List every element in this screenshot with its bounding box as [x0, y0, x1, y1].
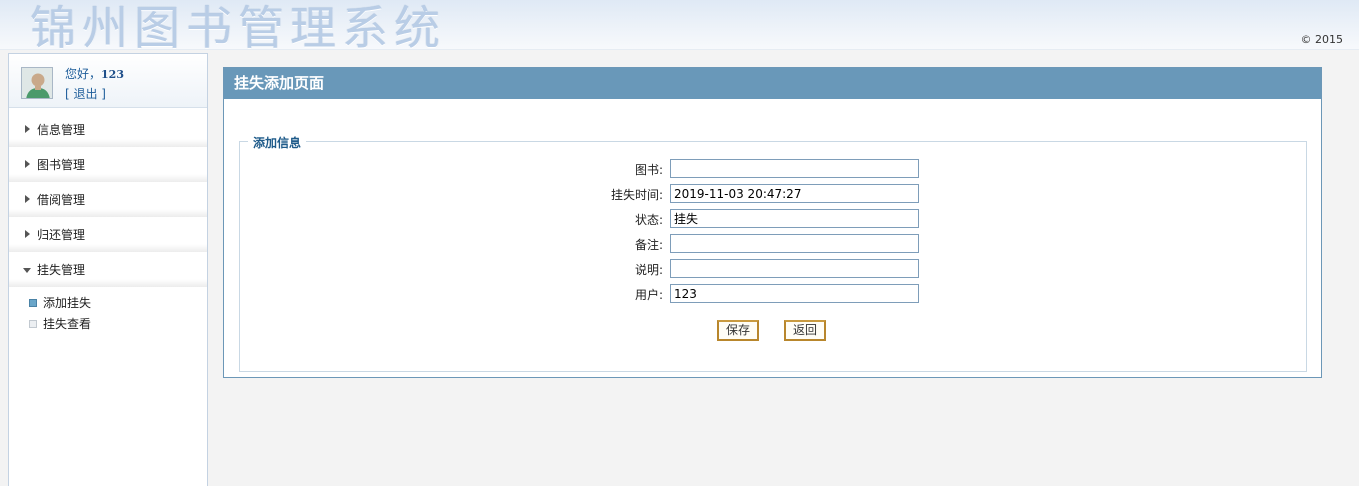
square-bullet-icon	[29, 299, 37, 307]
menu-item-label: 归还管理	[37, 228, 86, 242]
form-row-user: 用户:	[240, 284, 1306, 304]
submenu-item-view-loss[interactable]: 挂失查看	[9, 314, 207, 335]
menu-item-info[interactable]: 信息管理	[9, 112, 207, 147]
menu-item-books[interactable]: 图书管理	[9, 147, 207, 182]
logout-link[interactable]: [ 退出 ]	[65, 85, 106, 102]
form-row-loss-time: 挂失时间:	[240, 184, 1306, 204]
user-box: 您好，123 [ 退出 ]	[9, 54, 207, 108]
page-title: 挂失添加页面	[224, 68, 1321, 99]
description-input[interactable]	[670, 259, 919, 278]
greeting-text: 您好，	[65, 67, 102, 81]
submenu-item-label: 添加挂失	[43, 296, 92, 310]
menu-item-label: 信息管理	[37, 123, 86, 137]
fieldset-legend: 添加信息	[248, 134, 307, 151]
form-fieldset: 添加信息 图书: 挂失时间: 状态: 备注: 说明: 用户: 保存 返回	[239, 134, 1307, 372]
user-input[interactable]	[670, 284, 919, 303]
user-avatar-icon	[22, 68, 52, 98]
save-button[interactable]: 保存	[717, 320, 760, 341]
page-header: 锦州图书管理系统 © 2015	[0, 0, 1359, 55]
book-label: 图书:	[634, 163, 663, 177]
user-label: 用户:	[634, 288, 663, 302]
content-panel: 挂失添加页面 添加信息 图书: 挂失时间: 状态: 备注: 说明: 用户: 保存…	[223, 67, 1322, 378]
caret-down-icon	[23, 268, 31, 273]
status-input[interactable]	[670, 209, 919, 228]
sidebar: 您好，123 [ 退出 ] 信息管理 图书管理 借阅管理 归还管理 挂失管理 添…	[8, 53, 208, 486]
form-row-description: 说明:	[240, 259, 1306, 279]
menu-item-loss[interactable]: 挂失管理	[9, 252, 207, 287]
avatar	[21, 67, 53, 99]
caret-right-icon	[25, 195, 30, 203]
username: 123	[101, 68, 124, 81]
submenu-item-add-loss[interactable]: 添加挂失	[9, 293, 207, 314]
status-label: 状态:	[634, 213, 663, 227]
book-input[interactable]	[670, 159, 919, 178]
copyright-text: © 2015	[1300, 33, 1344, 46]
menu-item-label: 借阅管理	[37, 193, 86, 207]
system-title: 锦州图书管理系统	[30, 1, 446, 55]
menu-item-label: 图书管理	[37, 158, 86, 172]
menu-item-borrow[interactable]: 借阅管理	[9, 182, 207, 217]
square-bullet-icon	[29, 320, 37, 328]
caret-right-icon	[25, 125, 30, 133]
remark-label: 备注:	[634, 238, 663, 252]
menu-item-label: 挂失管理	[37, 263, 86, 277]
back-button[interactable]: 返回	[784, 320, 827, 341]
form-row-book: 图书:	[240, 159, 1306, 179]
loss-time-input[interactable]	[670, 184, 919, 203]
menu-item-return[interactable]: 归还管理	[9, 217, 207, 252]
submenu-item-label: 挂失查看	[43, 317, 92, 331]
caret-right-icon	[25, 160, 30, 168]
caret-right-icon	[25, 230, 30, 238]
greeting-line: 您好，123	[65, 65, 124, 82]
form-row-status: 状态:	[240, 209, 1306, 229]
loss-time-label: 挂失时间:	[610, 188, 663, 202]
submenu: 添加挂失 挂失查看	[9, 287, 207, 335]
description-label: 说明:	[634, 263, 663, 277]
remark-input[interactable]	[670, 234, 919, 253]
form-row-remark: 备注:	[240, 234, 1306, 254]
